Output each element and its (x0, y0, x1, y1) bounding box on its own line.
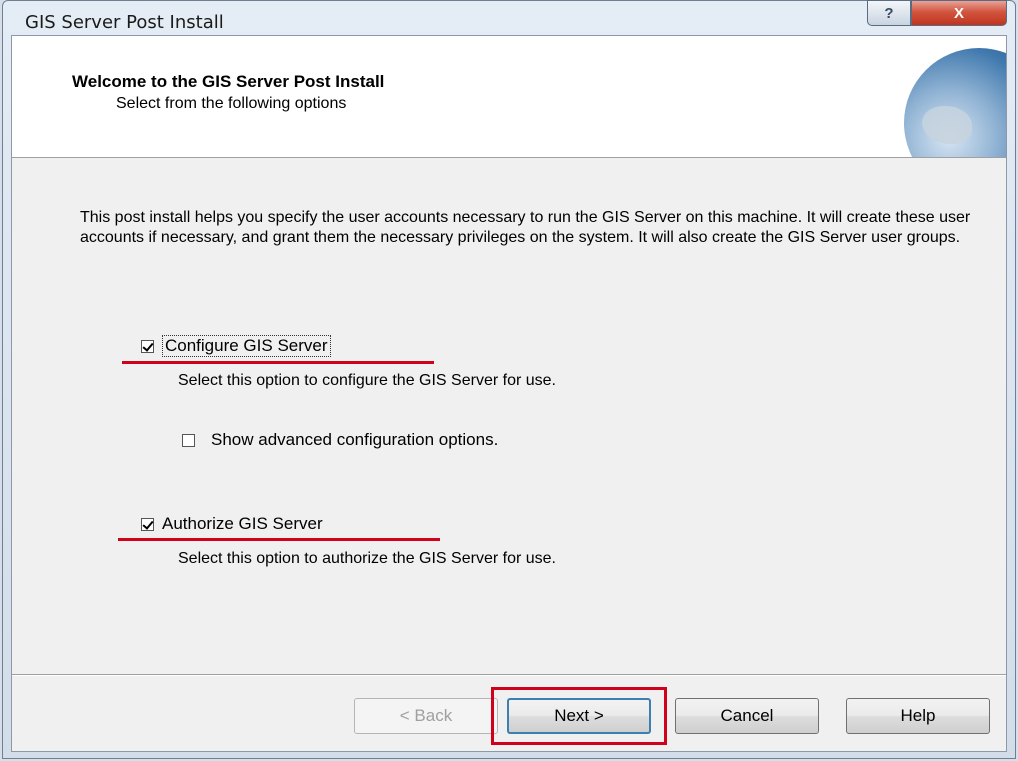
advanced-label[interactable]: Show advanced configuration options. (211, 430, 498, 450)
wizard-header: Welcome to the GIS Server Post Install S… (12, 36, 1006, 158)
authorize-description: Select this option to authorize the GIS … (178, 550, 556, 567)
authorize-label[interactable]: Authorize GIS Server (162, 514, 323, 534)
authorize-checkbox[interactable] (141, 517, 154, 531)
globe-land (922, 106, 972, 144)
close-icon[interactable]: X (911, 0, 1007, 26)
dialog-window: GIS Server Post Install ? X Welcome to t… (2, 0, 1016, 759)
configure-checkbox[interactable] (141, 339, 154, 353)
authorize-option[interactable]: Authorize GIS Server (141, 514, 323, 534)
footer-separator (12, 674, 1006, 676)
configure-underline-annotation (122, 361, 434, 364)
configure-option[interactable]: Configure GIS Server (141, 335, 331, 357)
next-highlight-annotation (491, 687, 667, 745)
advanced-option[interactable]: Show advanced configuration options. (182, 430, 498, 450)
advanced-checkbox[interactable] (182, 433, 195, 447)
help-button[interactable]: Help (846, 698, 990, 734)
back-button[interactable]: < Back (354, 698, 498, 734)
dialog-body: Welcome to the GIS Server Post Install S… (11, 35, 1007, 752)
header-subtitle: Select from the following options (116, 95, 347, 112)
help-icon[interactable]: ? (867, 0, 911, 26)
authorize-underline-annotation (118, 538, 440, 541)
globe-image (904, 48, 1006, 157)
intro-text: This post install helps you specify the … (80, 209, 971, 246)
configure-label[interactable]: Configure GIS Server (162, 335, 331, 357)
configure-description: Select this option to configure the GIS … (178, 372, 556, 389)
header-title: Welcome to the GIS Server Post Install (72, 72, 385, 91)
window-title: GIS Server Post Install (25, 12, 224, 33)
cancel-button[interactable]: Cancel (675, 698, 819, 734)
title-bar[interactable]: GIS Server Post Install ? X (3, 0, 1015, 35)
